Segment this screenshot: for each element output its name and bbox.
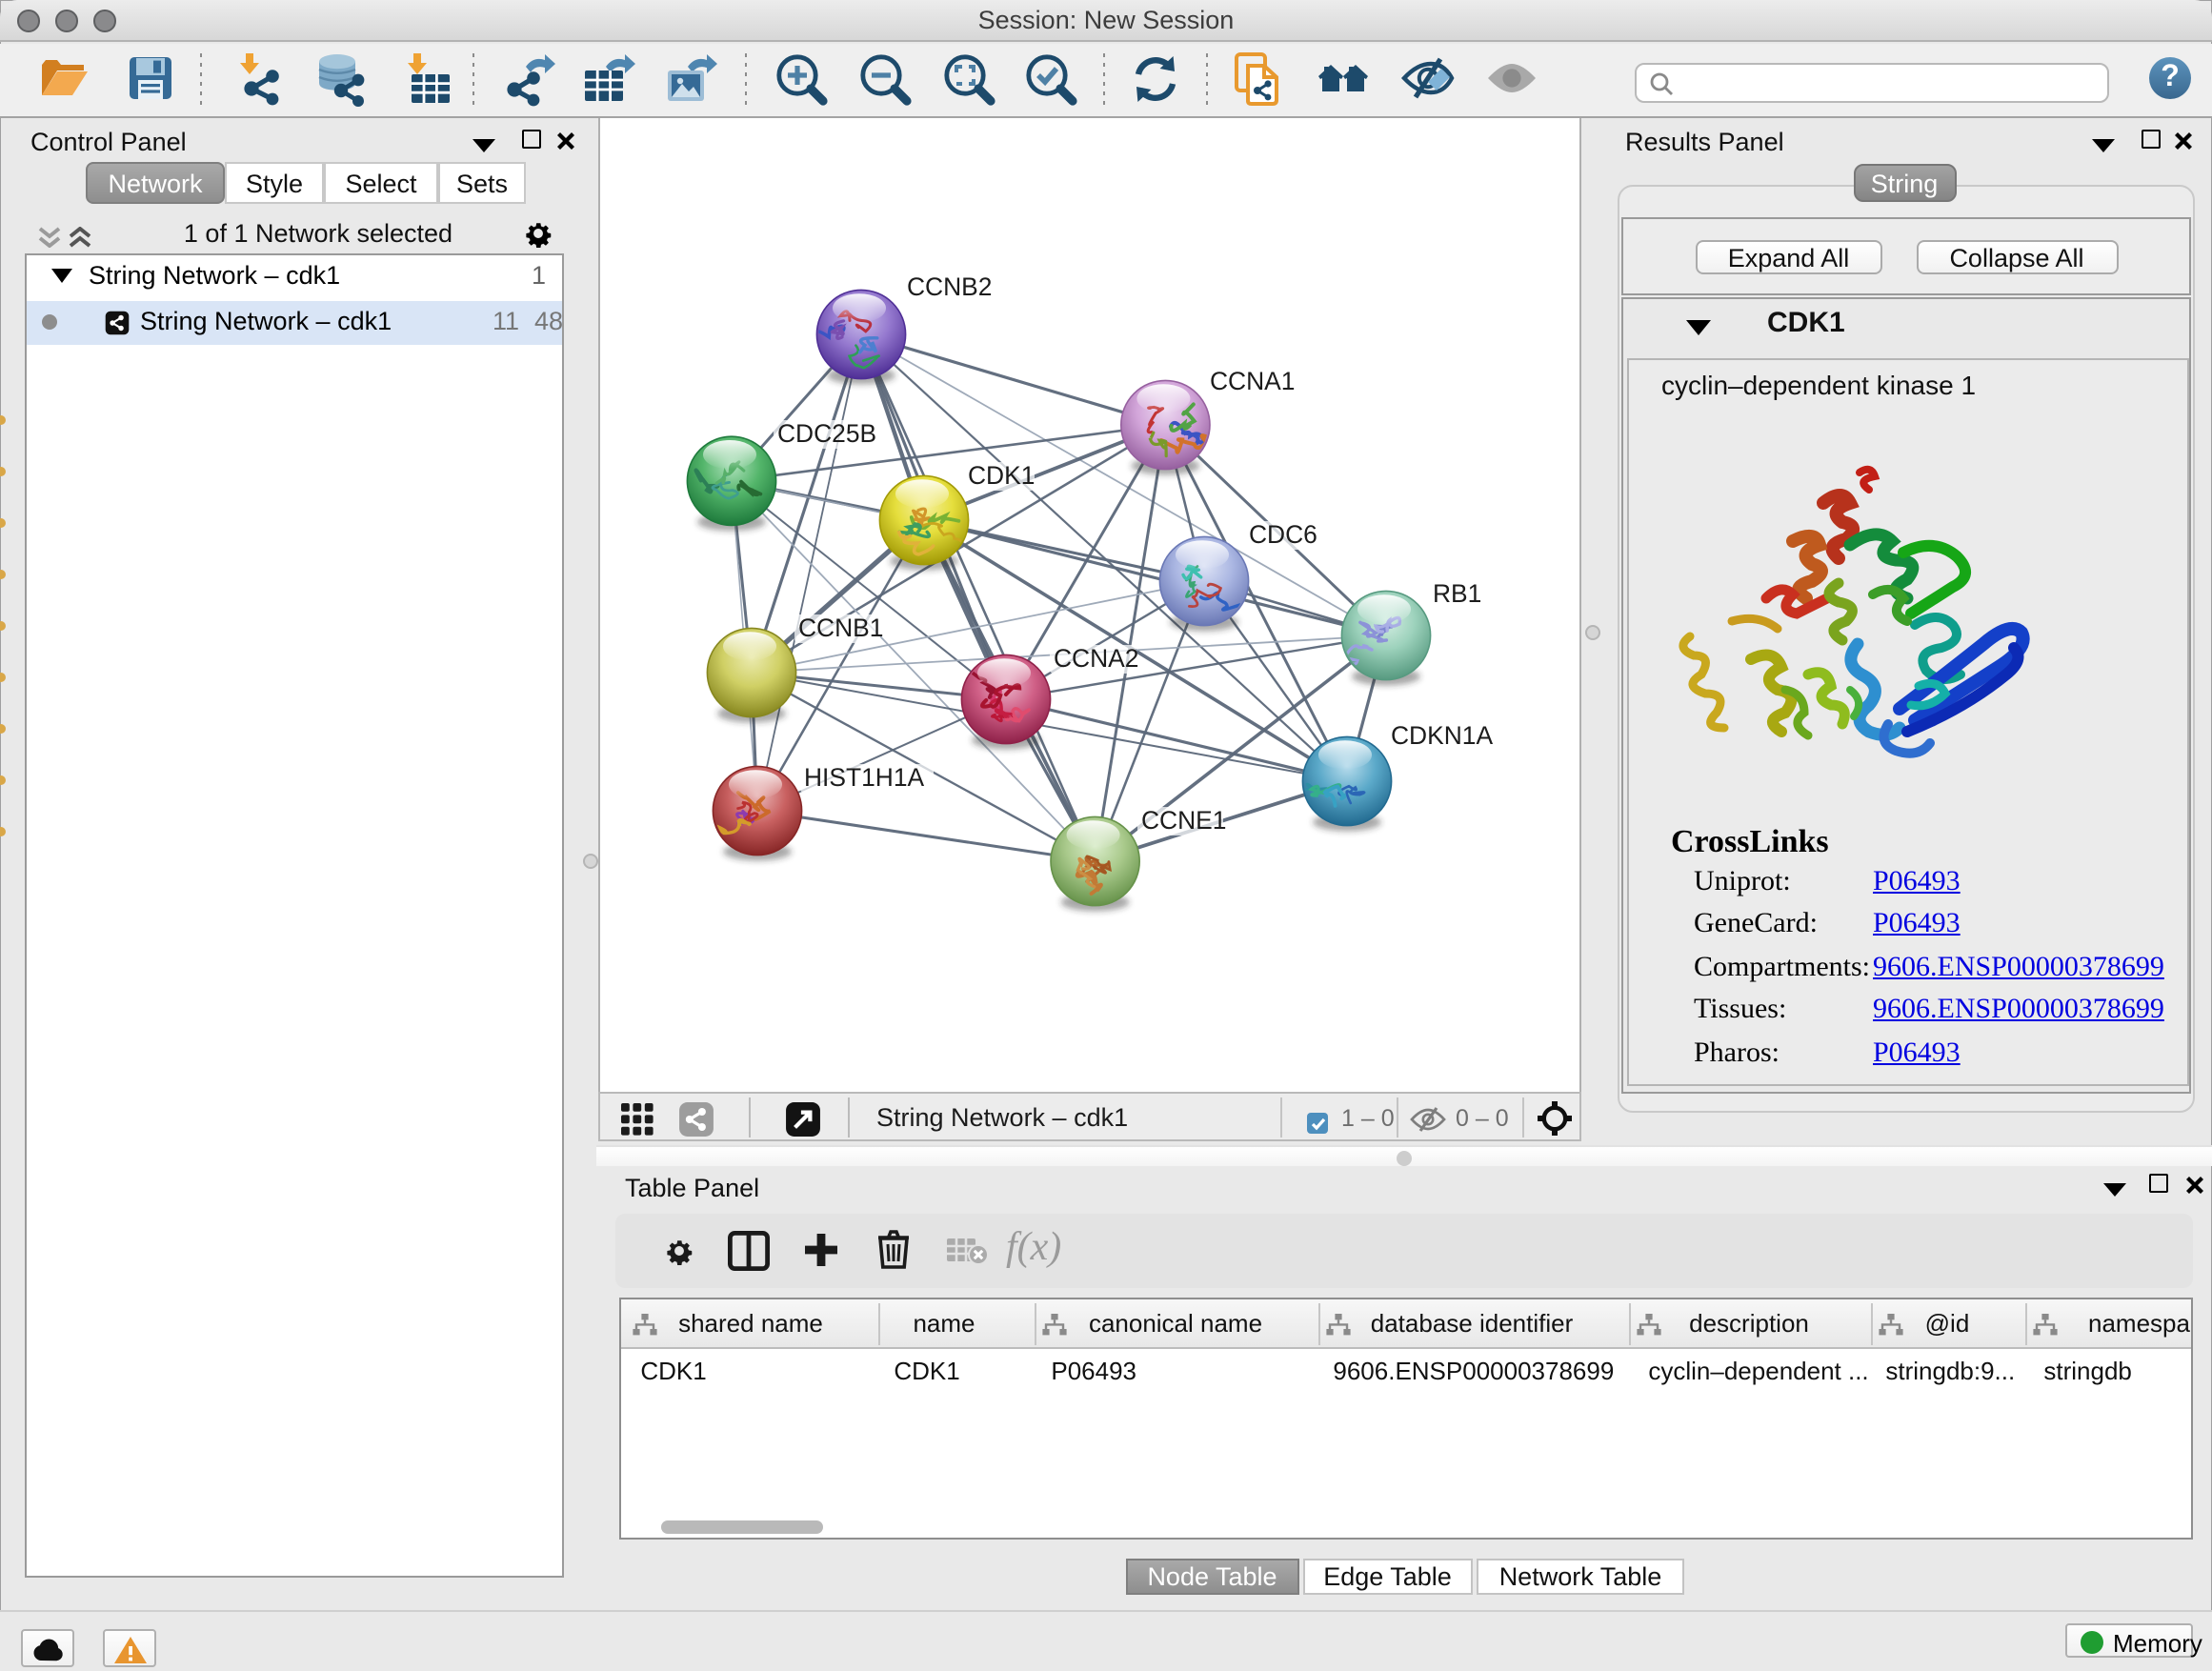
svg-text:CDK1: CDK1: [968, 461, 1035, 490]
svg-text:CDC25B: CDC25B: [777, 419, 876, 448]
svg-text:CCNA1: CCNA1: [1210, 367, 1295, 395]
svg-text:CCNA2: CCNA2: [1054, 644, 1138, 673]
svg-text:CCNB1: CCNB1: [798, 614, 883, 642]
svg-text:CCNE1: CCNE1: [1141, 806, 1226, 835]
svg-text:HIST1H1A: HIST1H1A: [804, 763, 925, 792]
svg-text:CDC6: CDC6: [1249, 520, 1317, 549]
svg-text:CCNB2: CCNB2: [907, 272, 992, 301]
svg-text:CDKN1A: CDKN1A: [1391, 721, 1493, 750]
svg-text:RB1: RB1: [1433, 579, 1481, 608]
